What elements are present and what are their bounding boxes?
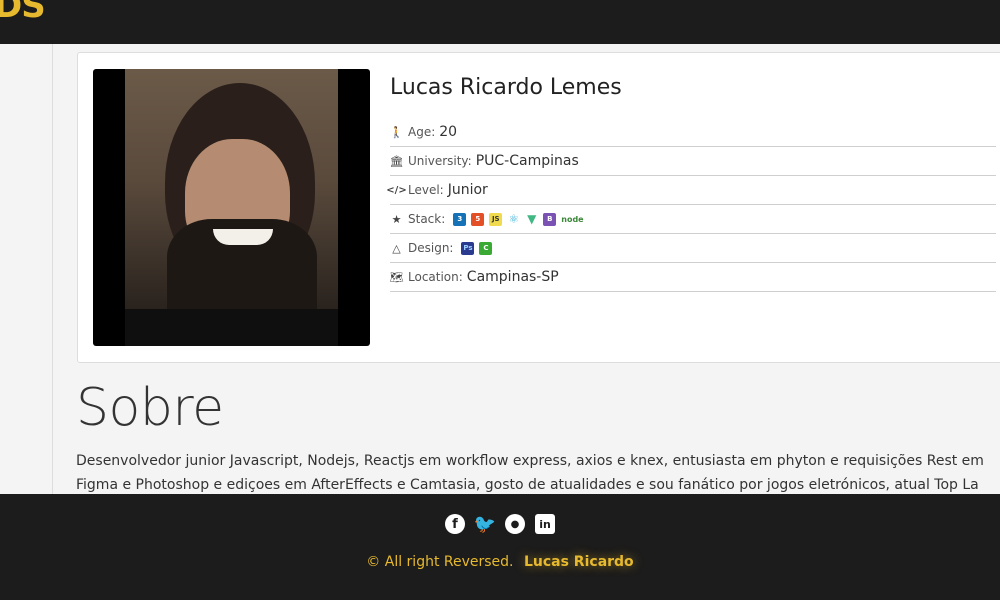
javascript-icon: JS <box>489 212 503 226</box>
left-sidebar <box>0 44 53 494</box>
age-value: 20 <box>439 124 458 140</box>
level-value: Junior <box>447 182 488 198</box>
photoshop-icon: Ps <box>461 241 475 255</box>
adobe-icon: △ <box>392 241 401 255</box>
age-row: 🚶 Age: 20 <box>390 118 996 147</box>
level-row: </> Level: Junior <box>386 176 996 205</box>
university-value: PUC-Campinas <box>475 153 579 169</box>
profile-info-list: 🚶 Age: 20 🏛 University: PUC-Campinas </>… <box>386 118 996 292</box>
sobre-line-1: Desenvolvedor junior Javascript, Nodejs,… <box>76 453 984 469</box>
age-label: Age: <box>408 125 436 139</box>
stack-label: Stack: <box>408 212 446 226</box>
design-row: △ Design: Ps C <box>390 234 996 263</box>
location-label: Location: <box>408 270 463 284</box>
linkedin-icon[interactable]: in <box>535 514 555 534</box>
social-links: f 🐦 ● in <box>0 514 1000 535</box>
css3-icon: 3 <box>453 212 467 226</box>
location-row: 🗺 Location: Campinas-SP <box>390 263 996 292</box>
location-value: Campinas-SP <box>466 269 559 285</box>
react-icon: ⚛ <box>508 212 520 226</box>
profile-name: Lucas Ricardo Lemes <box>390 75 622 100</box>
node-icon: node <box>561 214 584 224</box>
github-icon[interactable]: ● <box>505 514 525 534</box>
stack-row: ★ Stack: 3 5 JS ⚛ ▼ B node <box>390 205 996 234</box>
design-label: Design: <box>408 241 454 255</box>
code-icon: </> <box>386 184 407 196</box>
star-icon: ★ <box>391 212 402 226</box>
bootstrap-icon: B <box>543 212 557 226</box>
camtasia-icon: C <box>479 241 493 255</box>
vue-icon: ▼ <box>527 212 537 226</box>
copyright: © All right Reversed. Lucas Ricardo <box>0 554 1000 570</box>
sobre-heading: Sobre <box>76 378 224 438</box>
map-icon: 🗺 <box>389 270 404 284</box>
child-icon: 🚶 <box>389 125 404 139</box>
html5-icon: 5 <box>471 212 485 226</box>
author-link[interactable]: Lucas Ricardo <box>524 554 634 570</box>
profile-photo <box>93 69 370 346</box>
facebook-icon[interactable]: f <box>445 514 465 534</box>
university-row: 🏛 University: PUC-Campinas <box>390 147 996 176</box>
university-icon: 🏛 <box>389 154 404 168</box>
twitter-icon[interactable]: 🐦 <box>474 514 496 535</box>
top-navbar: DS <box>0 0 1000 44</box>
copyright-text: © All right Reversed. <box>366 554 514 570</box>
profile-card: Lucas Ricardo Lemes 🚶 Age: 20 🏛 Universi… <box>77 52 1000 363</box>
university-label: University: <box>408 154 472 168</box>
logo[interactable]: DS <box>0 0 46 26</box>
level-label: Level: <box>408 183 444 197</box>
sobre-description: Desenvolvedor junior Javascript, Nodejs,… <box>76 449 1000 497</box>
footer: f 🐦 ● in © All right Reversed. Lucas Ric… <box>0 494 1000 600</box>
